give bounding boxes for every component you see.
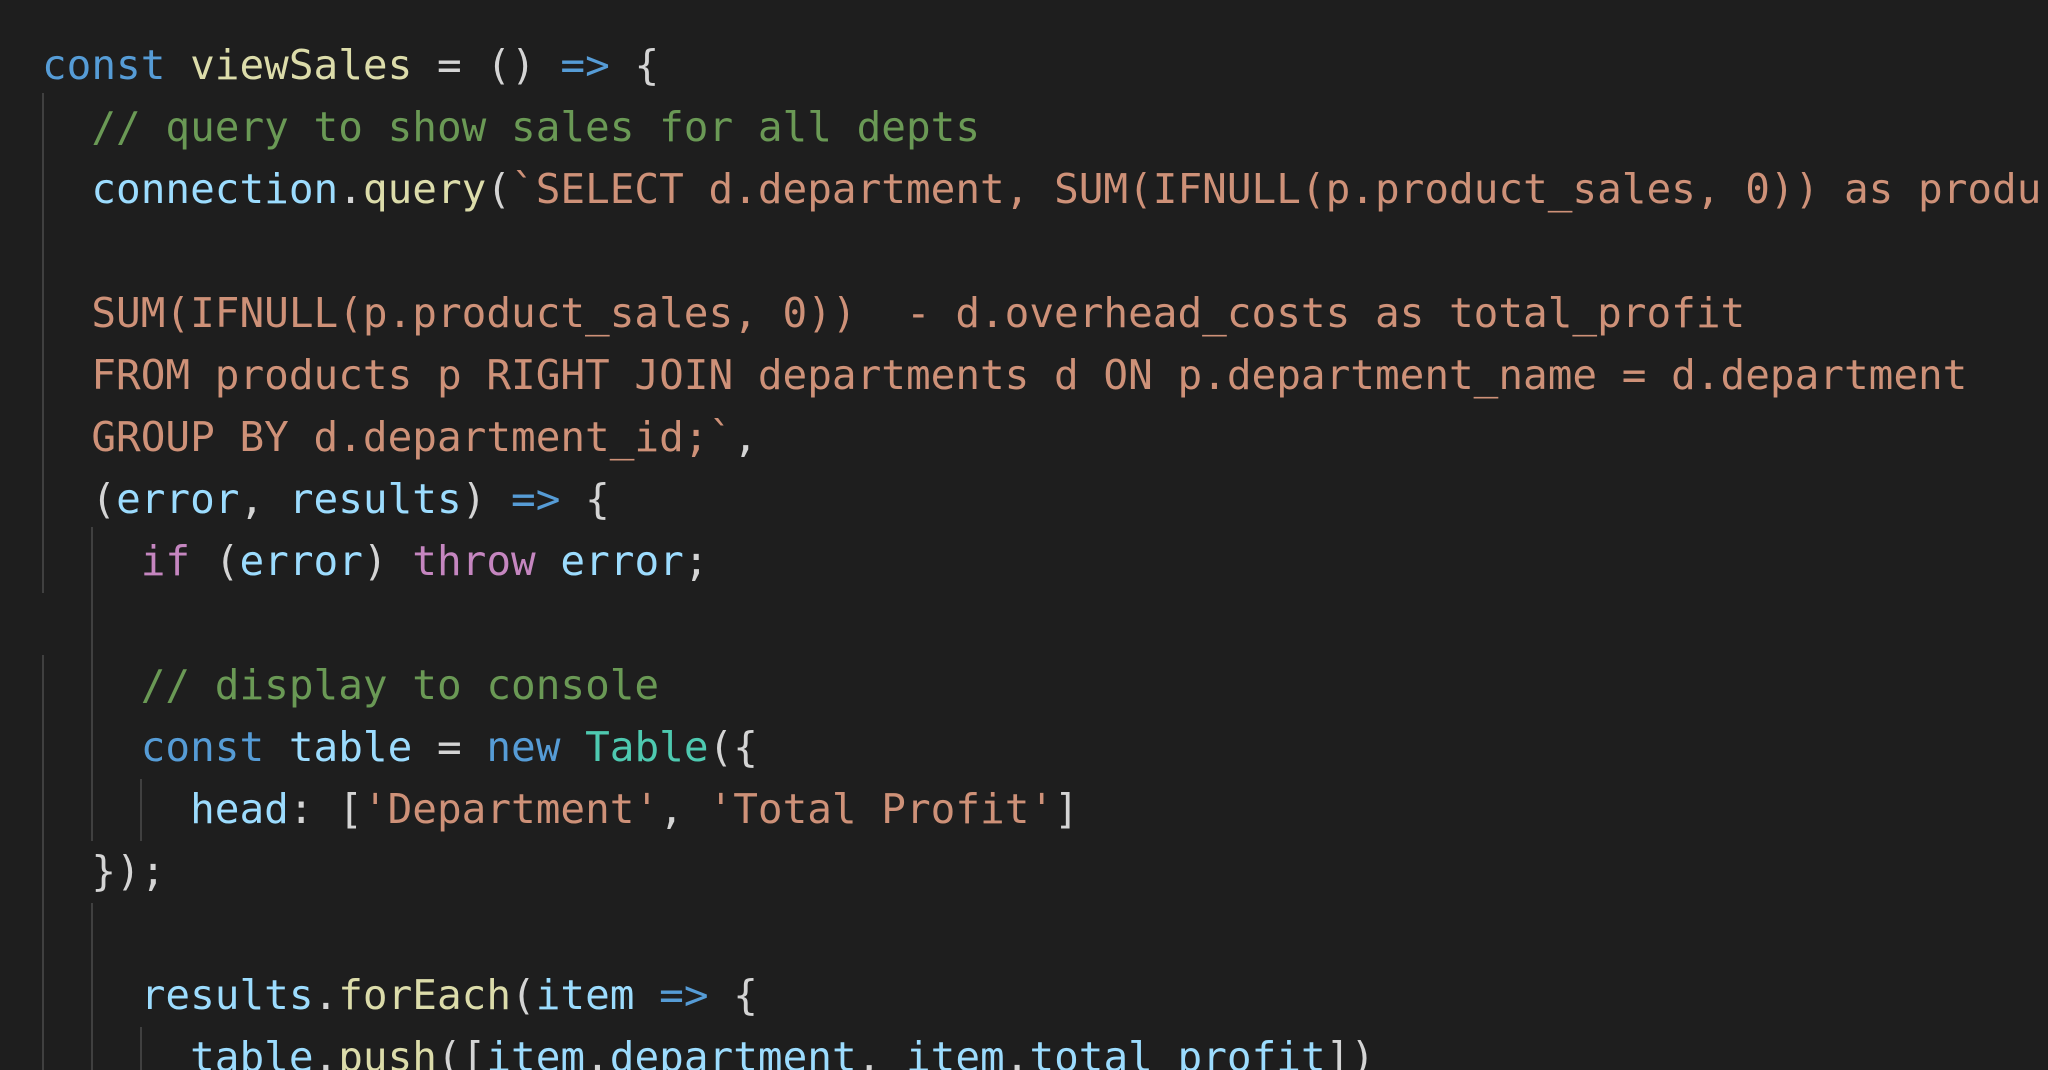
code-token: => bbox=[560, 41, 610, 89]
code-token: ( bbox=[486, 165, 512, 213]
code-token: FROM products p RIGHT JOIN departments d… bbox=[91, 351, 1968, 399]
code-token: { bbox=[609, 41, 660, 89]
code-line[interactable]: (error, results) => { bbox=[42, 468, 610, 530]
code-line[interactable]: GROUP BY d.department_id;`, bbox=[42, 406, 758, 468]
code-token: new bbox=[486, 723, 561, 771]
code-token: viewSales bbox=[190, 41, 413, 89]
code-token: results bbox=[140, 971, 314, 1019]
code-token: error bbox=[239, 537, 363, 585]
code-token: { bbox=[560, 475, 610, 523]
code-token: Table bbox=[585, 723, 709, 771]
code-token: ) bbox=[362, 537, 413, 585]
code-token: SUM(IFNULL(p.product_sales, 0)) - d.over… bbox=[91, 289, 1746, 337]
code-token: ( bbox=[511, 971, 536, 1019]
code-token: ([ bbox=[436, 1033, 487, 1070]
code-token: error bbox=[560, 537, 684, 585]
code-token: const bbox=[140, 723, 265, 771]
code-token: if bbox=[140, 537, 191, 585]
code-token: ] bbox=[1054, 785, 1079, 833]
code-token: query bbox=[362, 165, 487, 213]
code-token: ( bbox=[42, 475, 117, 523]
code-line[interactable]: head: ['Department', 'Total Profit'] bbox=[42, 778, 1079, 840]
code-token: ; bbox=[683, 537, 709, 585]
code-line[interactable]: table.push([item.department, item.total_… bbox=[42, 1026, 1375, 1070]
code-token: { bbox=[708, 971, 758, 1019]
code-token: ( bbox=[190, 537, 240, 585]
code-token: }); bbox=[42, 847, 166, 895]
code-token: GROUP BY d.department_id;` bbox=[91, 413, 734, 461]
code-token: item bbox=[486, 1033, 586, 1070]
code-token: error bbox=[116, 475, 240, 523]
code-line[interactable]: const viewSales = () => { bbox=[42, 34, 659, 96]
code-token: , bbox=[239, 475, 289, 523]
code-token: forEach bbox=[338, 971, 512, 1019]
code-line[interactable]: }); bbox=[42, 840, 165, 902]
code-token: // query to show sales for all depts bbox=[91, 103, 981, 151]
code-token: . bbox=[338, 165, 363, 213]
code-token: table bbox=[288, 723, 413, 771]
code-token: , bbox=[659, 785, 709, 833]
code-token: . bbox=[1004, 1033, 1030, 1070]
code-line[interactable]: FROM products p RIGHT JOIN departments d… bbox=[42, 344, 1967, 406]
code-token: head bbox=[190, 785, 289, 833]
code-token: , bbox=[733, 413, 758, 461]
code-token: = bbox=[412, 723, 487, 771]
code-token: . bbox=[313, 1033, 339, 1070]
code-token: . bbox=[585, 1033, 610, 1070]
code-token: table bbox=[190, 1033, 314, 1070]
code-token: // display to console bbox=[140, 661, 660, 709]
code-line[interactable]: results.forEach(item => { bbox=[42, 964, 758, 1026]
code-token: 'Department' bbox=[362, 785, 660, 833]
code-line[interactable]: // display to console bbox=[42, 654, 659, 716]
code-token: . bbox=[313, 971, 339, 1019]
code-token: throw bbox=[412, 537, 536, 585]
code-token: total_profit bbox=[1029, 1033, 1326, 1070]
code-line[interactable]: // query to show sales for all depts bbox=[42, 96, 980, 158]
code-token: ) bbox=[461, 475, 512, 523]
code-token: => bbox=[659, 971, 709, 1019]
code-token: push bbox=[338, 1033, 437, 1070]
code-line[interactable]: const table = new Table({ bbox=[42, 716, 758, 778]
code-token: ]) bbox=[1325, 1033, 1376, 1070]
code-line[interactable]: if (error) throw error; bbox=[42, 530, 709, 592]
code-token: ({ bbox=[708, 723, 758, 771]
code-token: = () bbox=[412, 41, 561, 89]
code-token: const bbox=[42, 41, 166, 89]
code-token: 'Total Profit' bbox=[708, 785, 1055, 833]
code-token: => bbox=[511, 475, 561, 523]
code-token: `SELECT d.department, SUM(IFNULL(p.produ… bbox=[511, 165, 2042, 213]
code-token: item bbox=[906, 1033, 1005, 1070]
code-line[interactable]: SUM(IFNULL(p.product_sales, 0)) - d.over… bbox=[42, 282, 1745, 344]
code-token: item bbox=[535, 971, 635, 1019]
code-token: results bbox=[288, 475, 462, 523]
code-token: , bbox=[856, 1033, 906, 1070]
code-token: department bbox=[609, 1033, 857, 1070]
code-editor[interactable]: const viewSales = () => { // query to sh… bbox=[0, 0, 2048, 1070]
code-line[interactable]: connection.query(`SELECT d.department, S… bbox=[42, 158, 2041, 220]
code-token: : [ bbox=[288, 785, 363, 833]
code-token: connection bbox=[91, 165, 339, 213]
